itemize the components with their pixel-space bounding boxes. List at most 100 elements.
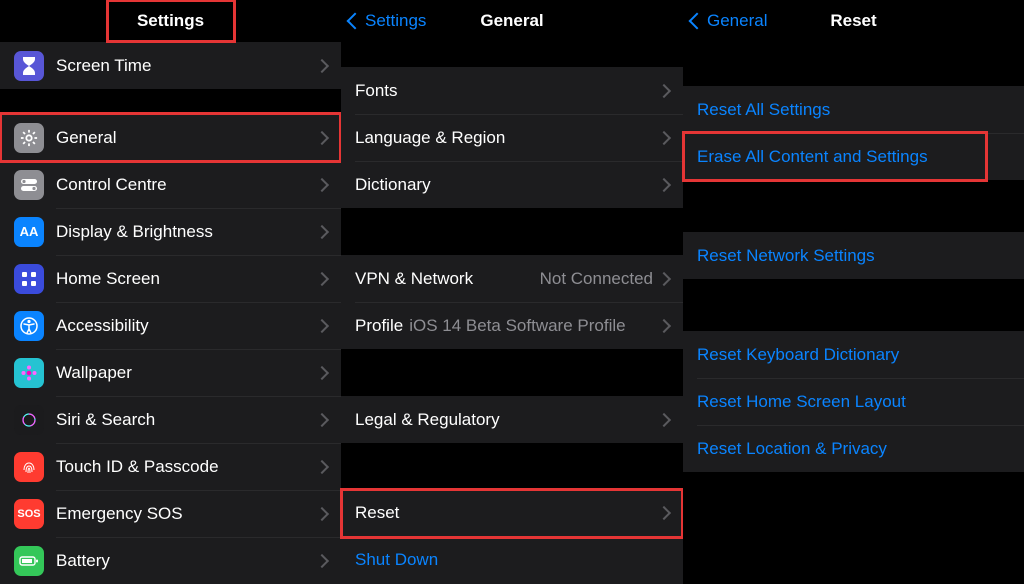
- row-label: Touch ID & Passcode: [56, 457, 317, 477]
- back-to-general[interactable]: General: [691, 11, 767, 31]
- settings-row-emergency-sos[interactable]: SOS Emergency SOS: [0, 490, 341, 537]
- chevron-right-icon: [315, 271, 329, 285]
- row-label: Reset Network Settings: [697, 246, 1010, 266]
- reset-screen: General Reset Reset All Settings Erase A…: [683, 0, 1024, 584]
- chevron-right-icon: [315, 177, 329, 191]
- row-label: Reset Keyboard Dictionary: [697, 345, 1010, 365]
- chevron-right-icon: [315, 412, 329, 426]
- settings-row-home-screen[interactable]: Home Screen: [0, 255, 341, 302]
- row-value: Not Connected: [540, 269, 653, 289]
- flower-icon: [14, 358, 44, 388]
- row-label: Accessibility: [56, 316, 317, 336]
- settings-row-touch-id[interactable]: Touch ID & Passcode: [0, 443, 341, 490]
- reset-row-home-layout[interactable]: Reset Home Screen Layout: [683, 378, 1024, 425]
- chevron-right-icon: [657, 131, 671, 145]
- chevron-right-icon: [657, 506, 671, 520]
- row-label: Reset Home Screen Layout: [697, 392, 1010, 412]
- row-label: Display & Brightness: [56, 222, 317, 242]
- general-row-legal[interactable]: Legal & Regulatory: [341, 396, 683, 443]
- chevron-left-icon: [689, 13, 706, 30]
- general-row-language-region[interactable]: Language & Region: [341, 114, 683, 161]
- settings-nav: Settings: [0, 0, 341, 42]
- settings-row-battery[interactable]: Battery: [0, 537, 341, 584]
- row-label: VPN & Network: [355, 269, 540, 289]
- highlight-settings-title: [106, 0, 236, 43]
- settings-row-siri-search[interactable]: Siri & Search: [0, 396, 341, 443]
- row-label: Control Centre: [56, 175, 317, 195]
- row-label: Legal & Regulatory: [355, 410, 659, 430]
- general-row-vpn[interactable]: VPN & Network Not Connected: [341, 255, 683, 302]
- general-row-profile[interactable]: Profile iOS 14 Beta Software Profile: [341, 302, 683, 349]
- grid-icon: [14, 264, 44, 294]
- settings-screen: Settings Screen Time General: [0, 0, 341, 584]
- row-label: Screen Time: [56, 56, 317, 76]
- settings-row-display-brightness[interactable]: AA Display & Brightness: [0, 208, 341, 255]
- row-label: Erase All Content and Settings: [697, 147, 1010, 167]
- hourglass-icon: [14, 51, 44, 81]
- text-size-icon: AA: [14, 217, 44, 247]
- reset-row-erase-all[interactable]: Erase All Content and Settings: [683, 133, 1024, 180]
- reset-group-1: Reset All Settings Erase All Content and…: [683, 86, 1024, 180]
- chevron-right-icon: [315, 130, 329, 144]
- row-label: Reset: [355, 503, 659, 523]
- reset-row-keyboard-dict[interactable]: Reset Keyboard Dictionary: [683, 331, 1024, 378]
- reset-row-network[interactable]: Reset Network Settings: [683, 232, 1024, 279]
- reset-group-2: Reset Network Settings: [683, 232, 1024, 279]
- settings-row-general[interactable]: General: [0, 114, 341, 161]
- chevron-right-icon: [315, 506, 329, 520]
- general-group-4: Reset Shut Down: [341, 490, 683, 584]
- gear-icon: [14, 123, 44, 153]
- chevron-right-icon: [657, 178, 671, 192]
- row-label: Home Screen: [56, 269, 317, 289]
- row-label: Reset Location & Privacy: [697, 439, 1010, 459]
- accessibility-icon: [14, 311, 44, 341]
- general-row-fonts[interactable]: Fonts: [341, 67, 683, 114]
- chevron-right-icon: [315, 58, 329, 72]
- back-to-settings[interactable]: Settings: [349, 11, 426, 31]
- chevron-right-icon: [315, 224, 329, 238]
- row-label: Profile: [355, 316, 403, 336]
- row-label: Reset All Settings: [697, 100, 1010, 120]
- chevron-right-icon: [315, 553, 329, 567]
- siri-icon: [14, 405, 44, 435]
- chevron-right-icon: [657, 84, 671, 98]
- general-row-shut-down[interactable]: Shut Down: [341, 537, 683, 584]
- chevron-right-icon: [657, 413, 671, 427]
- row-label: Language & Region: [355, 128, 659, 148]
- general-group-2: VPN & Network Not Connected Profile iOS …: [341, 255, 683, 349]
- sos-icon: SOS: [14, 499, 44, 529]
- switches-icon: [14, 170, 44, 200]
- fingerprint-icon: [14, 452, 44, 482]
- row-label: Shut Down: [355, 550, 669, 570]
- row-label: Battery: [56, 551, 317, 571]
- settings-group-top: Screen Time: [0, 42, 341, 89]
- settings-row-wallpaper[interactable]: Wallpaper: [0, 349, 341, 396]
- reset-nav: General Reset: [683, 0, 1024, 42]
- general-row-dictionary[interactable]: Dictionary: [341, 161, 683, 208]
- reset-row-location-privacy[interactable]: Reset Location & Privacy: [683, 425, 1024, 472]
- chevron-right-icon: [315, 318, 329, 332]
- back-label: General: [707, 11, 767, 31]
- general-group-3: Legal & Regulatory: [341, 396, 683, 443]
- settings-row-accessibility[interactable]: Accessibility: [0, 302, 341, 349]
- settings-title: Settings: [0, 11, 341, 31]
- chevron-right-icon: [657, 272, 671, 286]
- row-label: Fonts: [355, 81, 659, 101]
- reset-group-3: Reset Keyboard Dictionary Reset Home Scr…: [683, 331, 1024, 472]
- settings-group-main: General Control Centre AA Display & Brig…: [0, 114, 341, 584]
- row-label: Emergency SOS: [56, 504, 317, 524]
- settings-row-screen-time[interactable]: Screen Time: [0, 42, 341, 89]
- settings-row-control-centre[interactable]: Control Centre: [0, 161, 341, 208]
- chevron-right-icon: [315, 365, 329, 379]
- reset-row-all-settings[interactable]: Reset All Settings: [683, 86, 1024, 133]
- row-label: Dictionary: [355, 175, 659, 195]
- row-label: Siri & Search: [56, 410, 317, 430]
- general-row-reset[interactable]: Reset: [341, 490, 683, 537]
- back-label: Settings: [365, 11, 426, 31]
- row-label: General: [56, 128, 317, 148]
- row-value: iOS 14 Beta Software Profile: [409, 316, 653, 336]
- chevron-left-icon: [347, 13, 364, 30]
- row-label: Wallpaper: [56, 363, 317, 383]
- battery-icon: [14, 546, 44, 576]
- general-group-1: Fonts Language & Region Dictionary: [341, 67, 683, 208]
